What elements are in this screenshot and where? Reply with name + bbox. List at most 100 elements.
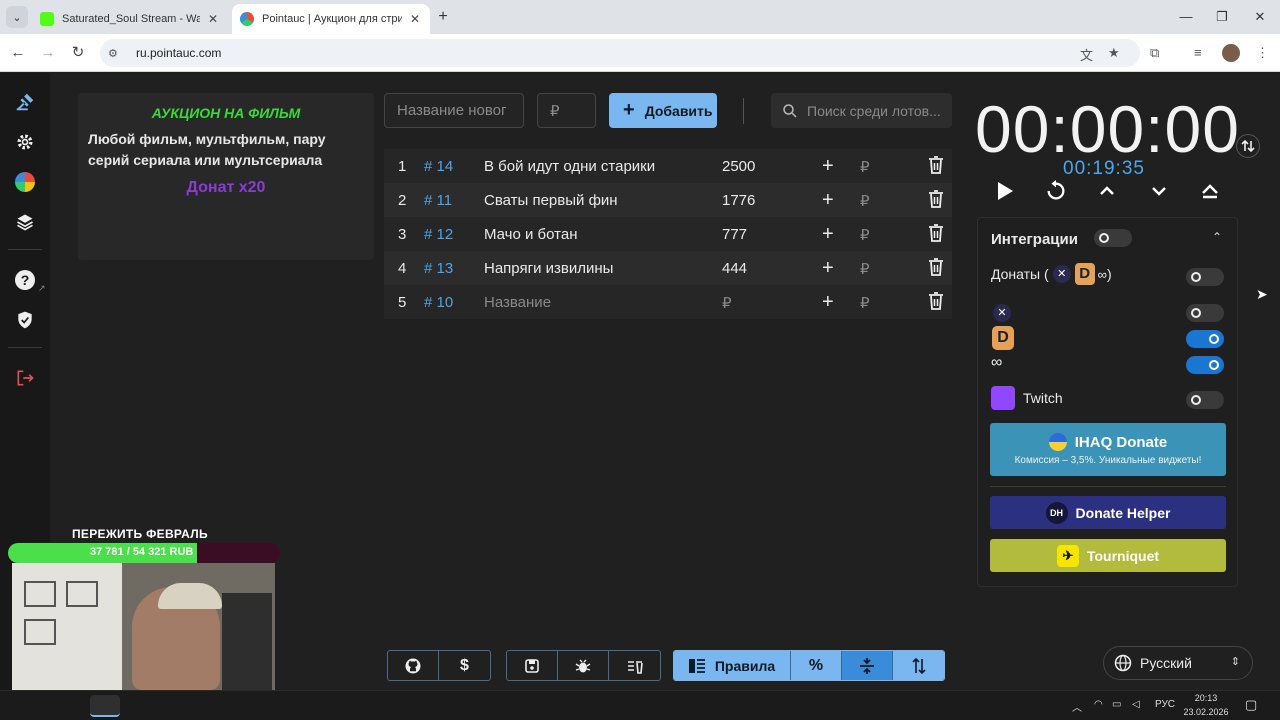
tourniquet-label: Tourniquet [1086, 547, 1160, 564]
forward-icon[interactable]: → [38, 43, 58, 63]
reload-icon[interactable]: ↻ [68, 43, 88, 63]
donations-row: Донаты ( ✕ D ∞ ) [991, 263, 1112, 285]
close-tab-icon[interactable]: ✕ [206, 12, 220, 26]
twitch-toggle[interactable] [1186, 391, 1224, 409]
collapse-chevron-icon[interactable]: ⌃ [1212, 230, 1222, 244]
chevron-up-icon[interactable] [1095, 179, 1119, 203]
percent-button[interactable]: % [791, 651, 842, 680]
volume-icon[interactable]: ◁ [1132, 699, 1140, 710]
settings-gear-icon[interactable] [12, 129, 38, 155]
lot-name-placeholder[interactable]: Название [484, 294, 551, 311]
donate-dollar-icon[interactable]: $ [439, 651, 490, 680]
add-lot-button[interactable]: + Добавить [609, 93, 717, 128]
menu-icon[interactable]: ⋮ [1256, 45, 1269, 61]
ihaq-donate-button[interactable]: IHAQ Donate Комиссия – 3,5%. Уникальные … [990, 423, 1226, 476]
close-window-icon[interactable]: ✕ [1250, 8, 1270, 26]
sort-icon[interactable] [893, 651, 944, 680]
restore-icon[interactable]: ❐ [1212, 8, 1232, 26]
add-amount-icon[interactable]: + [822, 223, 834, 246]
lot-name[interactable]: Напряги извилины [484, 260, 613, 277]
add-amount-icon[interactable]: + [822, 291, 834, 314]
search-icon [783, 103, 797, 118]
save-icon[interactable] [507, 651, 558, 680]
add-amount-icon[interactable]: + [822, 257, 834, 280]
double-up-icon[interactable] [1198, 179, 1222, 203]
chevron-down-icon[interactable] [1147, 179, 1171, 203]
trash-icon[interactable] [928, 292, 944, 314]
lot-amount[interactable]: 1776 [722, 192, 755, 209]
x-donate-toggle[interactable] [1186, 304, 1224, 322]
trash-icon[interactable] [928, 156, 944, 178]
tab-search-dropdown[interactable]: ⌄ [6, 6, 28, 28]
taskbar-clock[interactable]: 20:13 23.02.2026 [1183, 691, 1229, 719]
donate-helper-button[interactable]: DH Donate Helper [990, 496, 1226, 529]
layers-icon[interactable] [12, 209, 38, 235]
input-language[interactable]: РУС [1155, 699, 1175, 710]
goal-title: ПЕРЕЖИТЬ ФЕВРАЛЬ [72, 527, 208, 541]
new-lot-name-input[interactable]: Название новог [384, 93, 524, 128]
lot-amount-placeholder[interactable]: ₽ [722, 294, 732, 312]
clear-all-icon[interactable] [609, 651, 660, 680]
swap-icon[interactable] [1236, 134, 1260, 158]
profile-avatar[interactable] [1222, 44, 1240, 62]
lot-add-amount-input[interactable]: ₽ [860, 294, 870, 312]
lot-add-amount-input[interactable]: ₽ [860, 158, 870, 176]
bookmark-star-icon[interactable]: ★ [1108, 45, 1120, 61]
view-button-group: Правила % [673, 650, 945, 681]
close-tab-icon[interactable]: ✕ [408, 12, 422, 26]
reset-icon[interactable] [1044, 179, 1068, 203]
trash-icon[interactable] [928, 224, 944, 246]
lot-search-input[interactable]: Поиск среди лотов... [771, 93, 952, 128]
extensions-icon[interactable]: ⧉ [1150, 45, 1159, 61]
lot-name[interactable]: Мачо и ботан [484, 226, 577, 243]
lots-table: 1 # 14 В бой идут одни старики 2500 + ₽ … [384, 149, 952, 319]
trash-icon[interactable] [928, 190, 944, 212]
add-amount-icon[interactable]: + [822, 155, 834, 178]
lot-add-amount-input[interactable]: ₽ [860, 260, 870, 278]
tray-chevron-icon[interactable]: ︿ [1072, 699, 1082, 714]
new-lot-amount-input[interactable]: ₽ [537, 93, 596, 128]
wifi-icon[interactable]: ◠ [1094, 699, 1103, 710]
github-icon[interactable] [388, 651, 439, 680]
minimize-icon[interactable]: — [1176, 8, 1196, 26]
taskbar-chrome-icon[interactable] [90, 695, 120, 717]
bug-icon[interactable] [558, 651, 609, 680]
wheel-icon[interactable] [12, 169, 38, 195]
notifications-icon[interactable]: ▢ [1245, 697, 1257, 713]
lot-amount[interactable]: 2500 [722, 158, 755, 175]
logout-icon[interactable] [12, 365, 38, 391]
back-icon[interactable]: ← [8, 43, 28, 63]
lot-name[interactable]: Сваты первый фин [484, 192, 618, 209]
compact-view-icon[interactable] [842, 651, 893, 680]
globe-icon [1114, 654, 1132, 672]
lot-add-amount-input[interactable]: ₽ [860, 226, 870, 244]
lot-add-amount-input[interactable]: ₽ [860, 192, 870, 210]
integrations-master-toggle[interactable] [1094, 229, 1132, 247]
donatepay-toggle[interactable] [1186, 330, 1224, 348]
lot-name[interactable]: В бой идут одни старики [484, 158, 655, 175]
add-amount-icon[interactable]: + [822, 189, 834, 212]
donatello-toggle[interactable] [1186, 356, 1224, 374]
play-icon[interactable] [993, 179, 1017, 203]
sidebar-divider [8, 347, 42, 348]
rules-button[interactable]: Правила [674, 651, 791, 680]
ihaq-title: IHAQ Donate [1074, 433, 1168, 451]
trash-icon[interactable] [928, 258, 944, 280]
tourniquet-button[interactable]: ✈ Tourniquet [990, 539, 1226, 572]
lot-amount[interactable]: 444 [722, 260, 747, 277]
media-icon[interactable]: ≡ [1194, 45, 1202, 60]
lot-amount[interactable]: 777 [722, 226, 747, 243]
language-select[interactable]: Русский ⇕ [1103, 646, 1253, 680]
site-info-icon[interactable]: ⚙ [108, 47, 124, 60]
address-bar[interactable]: ⚙ ru.pointauc.com [100, 39, 1140, 67]
battery-icon[interactable]: ▭ [1112, 699, 1121, 710]
add-lot-label: Добавить [644, 102, 713, 119]
auction-gavel-icon[interactable] [12, 89, 38, 115]
help-icon[interactable]: ? [12, 267, 38, 293]
shield-icon[interactable] [12, 307, 38, 333]
new-tab-icon[interactable]: + [434, 8, 452, 26]
tab-kick-stream[interactable]: Saturated_Soul Stream - Watch ✕ [32, 4, 228, 34]
tab-pointauc[interactable]: Pointauc | Аукцион для стриме ✕ [232, 4, 430, 34]
donations-toggle[interactable] [1186, 268, 1224, 286]
translate-icon[interactable]: 文 [1080, 45, 1093, 64]
